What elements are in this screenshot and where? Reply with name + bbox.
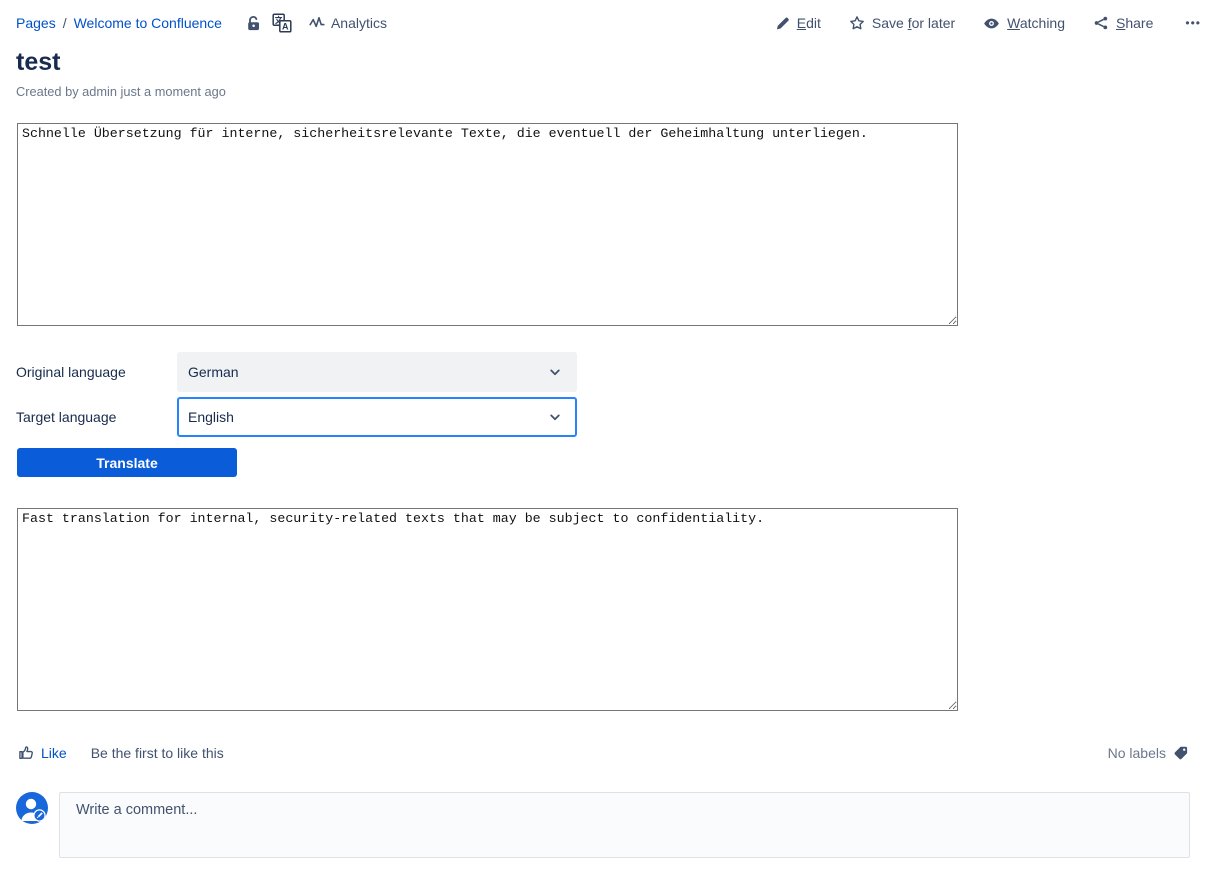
like-hint-text: Be the first to like this (91, 745, 224, 761)
translate-icon[interactable]: A (267, 13, 297, 33)
edit-button[interactable]: Edit (775, 15, 821, 31)
chevron-down-icon (547, 409, 563, 425)
original-language-label: Original language (16, 364, 177, 380)
translate-button[interactable]: Translate (17, 448, 237, 477)
watching-button[interactable]: Watching (983, 15, 1065, 32)
original-language-row: Original language German (16, 352, 1215, 392)
page-footer-meta: Like Be the first to like this No labels (18, 744, 1189, 761)
breadcrumb-space-link[interactable]: Welcome to Confluence (74, 15, 222, 31)
eye-icon (983, 15, 1000, 32)
original-language-value: German (188, 364, 239, 380)
pencil-icon (775, 16, 790, 31)
target-language-row: Target language English (16, 397, 1215, 437)
page-actions: Edit Save for later Watching (747, 14, 1205, 32)
page-byline: Created by admin just a moment ago (16, 84, 1215, 99)
tag-icon (1173, 745, 1189, 761)
breadcrumb-pages-link[interactable]: Pages (16, 15, 56, 31)
unlock-icon[interactable] (240, 15, 267, 32)
page-header-bar: Pages / Welcome to Confluence (0, 0, 1215, 33)
like-label: Like (41, 745, 67, 761)
target-language-value: English (188, 409, 234, 425)
svg-text:A: A (282, 21, 289, 31)
breadcrumb: Pages / Welcome to Confluence (16, 13, 387, 33)
comment-section: Write a comment... (16, 792, 1190, 858)
breadcrumb-tools: A Analytics (240, 13, 387, 33)
translated-text-area[interactable]: Fast translation for internal, security-… (17, 508, 958, 711)
breadcrumb-separator: / (63, 15, 67, 31)
source-text-area[interactable]: Schnelle Übersetzung für interne, sicher… (17, 123, 958, 326)
language-form: Original language German Target language… (16, 352, 1215, 437)
analytics-button[interactable]: Analytics (309, 15, 387, 31)
more-actions-button[interactable]: ••• (1181, 14, 1205, 32)
share-button[interactable]: Share (1093, 15, 1153, 31)
chevron-down-icon (547, 364, 563, 380)
target-language-select[interactable]: English (177, 397, 577, 437)
save-for-later-button[interactable]: Save for later (849, 15, 955, 31)
page-title: test (16, 48, 1215, 76)
user-avatar (16, 792, 48, 824)
confluence-page: Pages / Welcome to Confluence (0, 0, 1215, 871)
comment-input[interactable]: Write a comment... (59, 792, 1190, 858)
like-section: Like Be the first to like this (18, 744, 224, 761)
like-button[interactable]: Like (18, 744, 67, 761)
target-language-label: Target language (16, 409, 177, 425)
star-icon (849, 15, 865, 31)
analytics-label: Analytics (331, 15, 387, 31)
original-language-select[interactable]: German (177, 352, 577, 392)
thumbs-up-icon (18, 744, 35, 761)
share-icon (1093, 15, 1109, 31)
analytics-pulse-icon (309, 15, 325, 31)
labels-button[interactable]: No labels (1108, 745, 1189, 761)
labels-text: No labels (1108, 745, 1166, 761)
